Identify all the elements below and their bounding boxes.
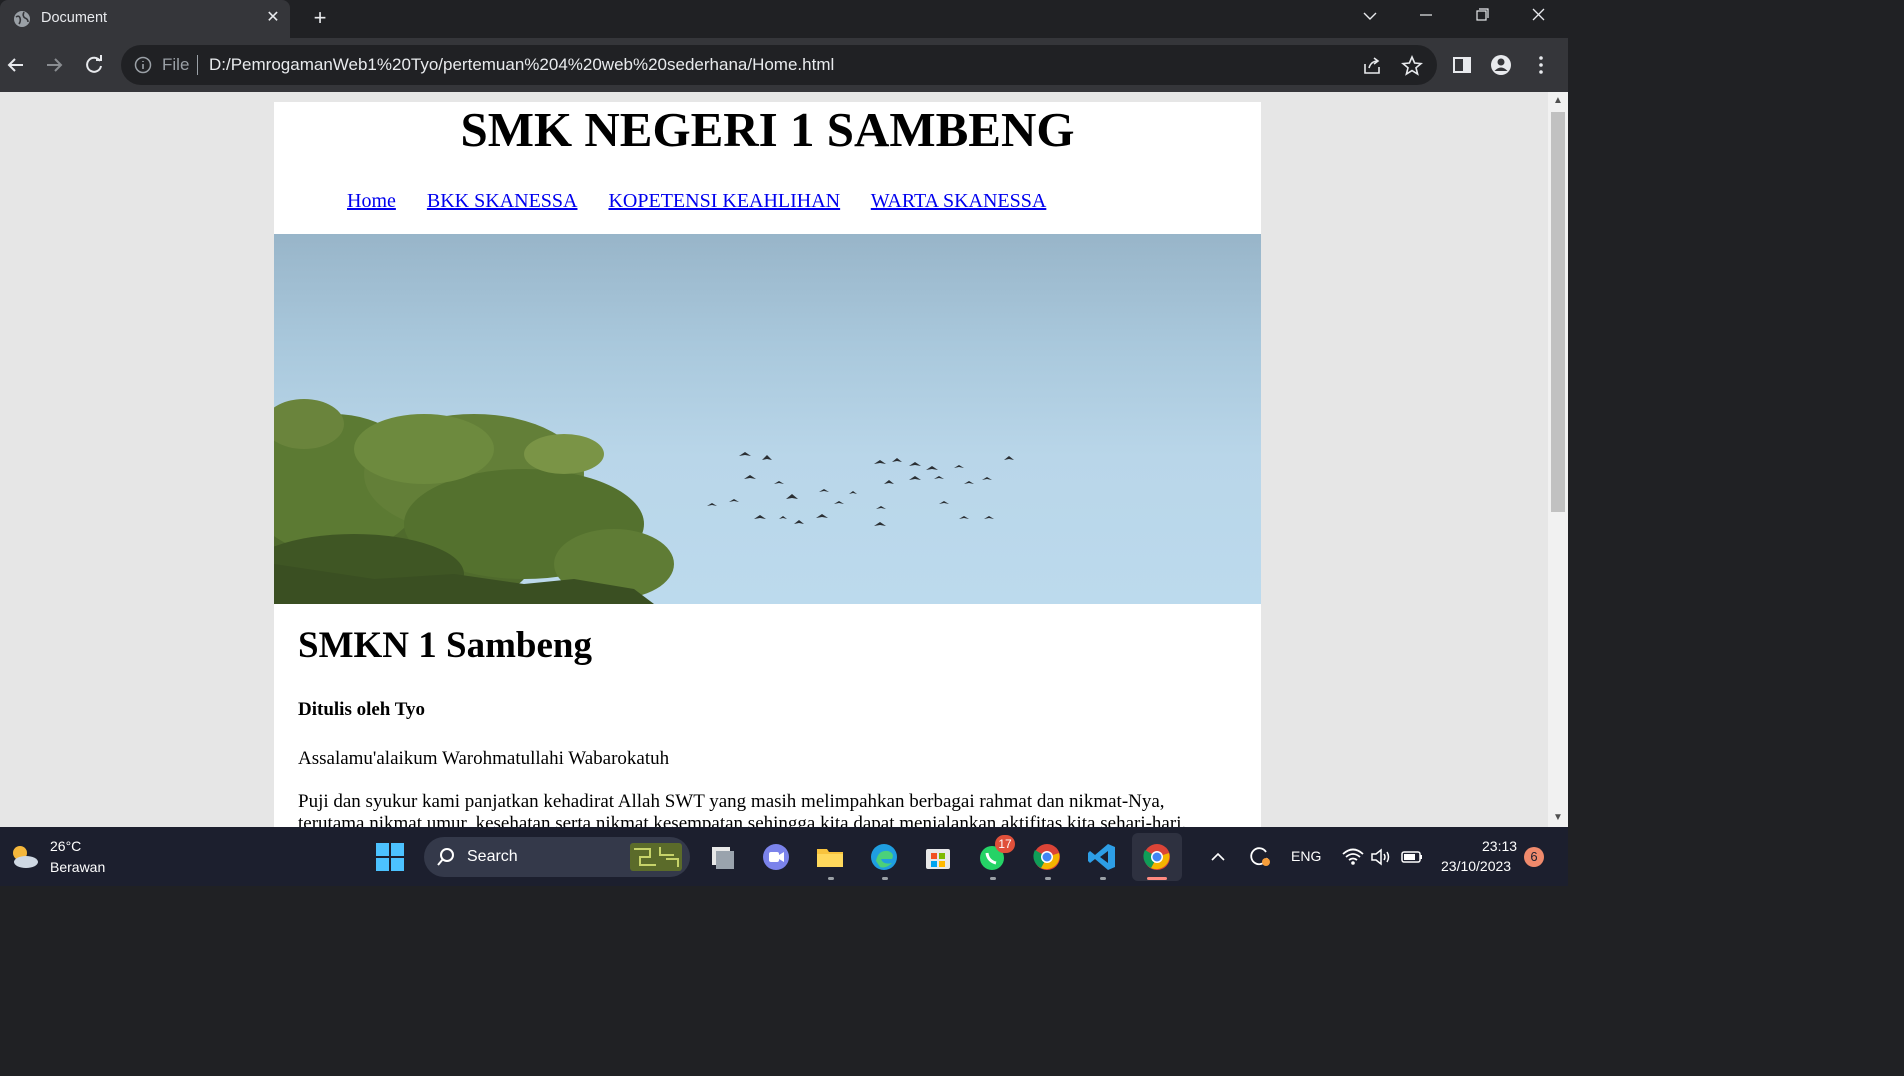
nav-link-warta[interactable]: WARTA SKANESSA	[871, 190, 1047, 212]
tab-search-chevron-icon[interactable]	[1347, 0, 1393, 34]
chrome-running-indicator	[1045, 877, 1051, 880]
chrome-active-icon[interactable]	[1141, 841, 1173, 873]
edge-browser-icon[interactable]	[868, 841, 900, 873]
article-body-line-1: Puji dan syukur kami panjatkan kehadirat…	[298, 791, 1165, 812]
search-icon	[437, 848, 454, 866]
new-tab-button[interactable]: +	[306, 6, 334, 32]
file-explorer-icon[interactable]	[814, 841, 846, 873]
file-explorer-running-indicator	[828, 877, 834, 880]
article-greeting: Assalamu'alaikum Warohmatullahi Wabaroka…	[298, 748, 670, 769]
input-language[interactable]: ENG	[1291, 848, 1321, 864]
windows-taskbar: 26°C Berawan Search 17 ENG 23:13 23/10/2…	[0, 827, 1568, 886]
whatsapp-badge: 17	[995, 835, 1015, 853]
edge-running-indicator	[882, 877, 888, 880]
clock-time[interactable]: 23:13	[1482, 838, 1517, 854]
tab-close-icon[interactable]: ✕	[263, 8, 283, 28]
more-menu-icon[interactable]	[1530, 54, 1552, 76]
site-title: SMK NEGERI 1 SAMBENG	[460, 102, 1075, 157]
tree-foliage	[274, 399, 674, 604]
battery-icon[interactable]	[1400, 845, 1424, 869]
browser-titlebar: Document ✕ +	[0, 0, 1568, 38]
article: SMKN 1 Sambeng Ditulis oleh Tyo Assalamu…	[298, 624, 1248, 827]
teams-chat-icon[interactable]	[760, 841, 792, 873]
tree-and-birds-illustration	[274, 399, 1014, 604]
windows-start-icon[interactable]	[374, 841, 406, 873]
vscode-icon[interactable]	[1086, 841, 1118, 873]
scroll-thumb[interactable]	[1551, 112, 1565, 512]
back-arrow-icon[interactable]	[1, 50, 31, 80]
weather-temperature[interactable]: 26°C	[50, 838, 81, 854]
hero-image	[274, 234, 1261, 604]
url-text[interactable]: D:/PemrogamanWeb1%20Tyo/pertemuan%204%20…	[209, 55, 834, 75]
browser-tab[interactable]: Document ✕	[0, 0, 290, 38]
reload-icon[interactable]	[79, 50, 109, 80]
article-heading: SMKN 1 Sambeng	[298, 625, 592, 666]
close-window-icon[interactable]	[1515, 0, 1561, 34]
side-panel-icon[interactable]	[1451, 54, 1473, 76]
browser-toolbar: File D:/PemrogamanWeb1%20Tyo/pertemuan%2…	[0, 38, 1568, 92]
chrome-icon[interactable]	[1031, 841, 1063, 873]
address-separator	[197, 55, 198, 75]
nav-link-kompetensi[interactable]: KOPETENSI KEAHLIHAN	[608, 190, 840, 212]
vertical-scrollbar[interactable]: ▲ ▼	[1548, 92, 1568, 827]
search-label: Search	[467, 848, 518, 865]
taskbar-search[interactable]: Search	[424, 837, 690, 877]
search-highlight-icon	[630, 843, 682, 871]
scroll-up-arrow-icon[interactable]: ▲	[1548, 92, 1568, 110]
chrome-active-indicator	[1147, 877, 1167, 880]
article-author: Ditulis oleh Tyo	[298, 699, 426, 720]
scroll-down-arrow-icon[interactable]: ▼	[1548, 809, 1568, 827]
article-body-line-2: terutama nikmat umur, kesehatan serta ni…	[298, 813, 1187, 827]
wifi-icon[interactable]	[1341, 845, 1365, 869]
info-icon[interactable]	[134, 56, 152, 74]
weather-cloudy-icon[interactable]	[8, 841, 40, 873]
file-scheme-label: File	[162, 55, 190, 74]
restore-icon[interactable]	[1459, 0, 1505, 34]
notification-badge[interactable]: 6	[1524, 847, 1544, 867]
page-container: SMK NEGERI 1 SAMBENG Home BKK SKANESSA K…	[274, 102, 1261, 827]
chevron-up-icon[interactable]	[1206, 845, 1230, 869]
vscode-running-indicator	[1100, 877, 1106, 880]
nav-link-home[interactable]: Home	[347, 190, 396, 212]
whatsapp-running-indicator	[990, 877, 996, 880]
main-nav: Home BKK SKANESSA KOPETENSI KEAHLIHAN WA…	[347, 190, 1072, 213]
share-icon[interactable]	[1361, 55, 1383, 77]
volume-icon[interactable]	[1369, 845, 1393, 869]
profile-avatar-icon[interactable]	[1490, 54, 1512, 76]
address-bar[interactable]: File D:/PemrogamanWeb1%20Tyo/pertemuan%2…	[121, 45, 1437, 85]
sync-icon[interactable]	[1246, 843, 1272, 869]
weather-condition[interactable]: Berawan	[50, 859, 105, 875]
microsoft-store-icon[interactable]	[922, 841, 954, 873]
forward-arrow-icon[interactable]	[39, 50, 69, 80]
nav-link-bkk[interactable]: BKK SKANESSA	[427, 190, 578, 212]
task-view-icon[interactable]	[706, 841, 738, 873]
minimize-icon[interactable]	[1403, 0, 1449, 34]
globe-icon	[14, 11, 30, 27]
clock-date[interactable]: 23/10/2023	[1441, 858, 1511, 874]
flying-birds	[707, 452, 1014, 526]
tab-title: Document	[41, 10, 108, 26]
bookmark-star-icon[interactable]	[1401, 55, 1423, 77]
web-viewport: SMK NEGERI 1 SAMBENG Home BKK SKANESSA K…	[0, 92, 1548, 827]
